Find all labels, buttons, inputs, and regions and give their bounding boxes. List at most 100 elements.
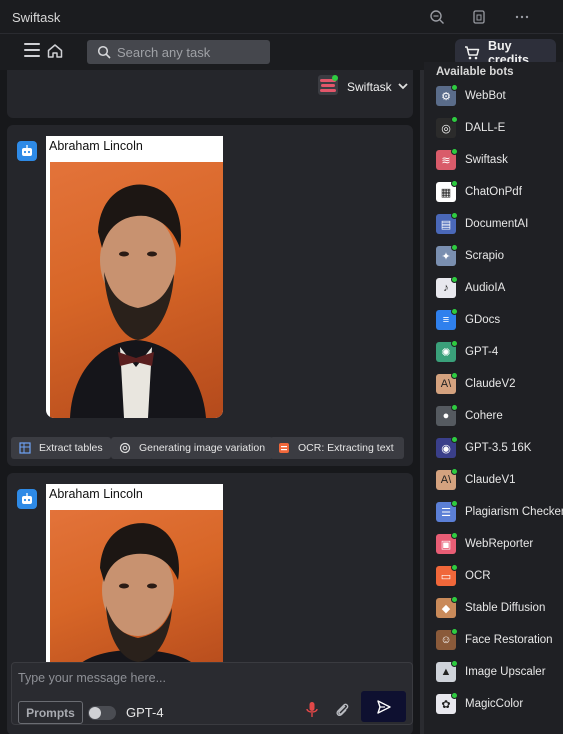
devices-icon[interactable] (468, 6, 490, 28)
online-status-icon (451, 692, 458, 699)
image-caption: Abraham Lincoln (49, 139, 143, 153)
extract-tables-button[interactable]: Extract tables (11, 437, 111, 459)
ocr-extract-button[interactable]: OCR: Extracting text (270, 437, 402, 459)
sidebar-item-gdocs[interactable]: ≡ GDocs (436, 308, 563, 332)
search-box[interactable] (87, 40, 270, 64)
chatonpdf-icon: ▦ (436, 180, 458, 202)
sidebar-item-label: Image Upscaler (465, 666, 546, 678)
prompts-button[interactable]: Prompts (18, 701, 83, 724)
message-input[interactable] (18, 671, 398, 691)
online-status-icon (451, 532, 458, 539)
sidebar-item-label: GPT-3.5 16K (465, 442, 532, 454)
audioia-icon: ♪ (436, 276, 458, 298)
menu-icon[interactable] (24, 43, 40, 57)
message-composer: Prompts GPT-4 (11, 662, 413, 725)
gpt-4-icon: ✺ (436, 340, 458, 362)
online-status-icon (451, 660, 458, 667)
sidebar-item-gpt-4[interactable]: ✺ GPT-4 (436, 340, 563, 364)
microphone-icon[interactable] (304, 701, 320, 719)
sidebar-item-chatonpdf[interactable]: ▦ ChatOnPdf (436, 180, 563, 204)
bot-selector[interactable]: Swiftask (7, 70, 413, 118)
portrait-image[interactable] (50, 162, 223, 418)
online-status-icon (451, 244, 458, 251)
sidebar-item-stable-diffusion[interactable]: ◆ Stable Diffusion (436, 596, 563, 620)
sidebar-item-label: Scrapio (465, 250, 504, 262)
sidebar-item-audioia[interactable]: ♪ AudioIA (436, 276, 563, 300)
online-status-icon (451, 404, 458, 411)
sidebar-item-label: ChatOnPdf (465, 186, 522, 198)
sidebar-item-label: Face Restoration (465, 634, 553, 646)
sidebar-item-label: DALL-E (465, 122, 506, 134)
sidebar-item-image-upscaler[interactable]: ▲ Image Upscaler (436, 660, 563, 684)
extract-tables-icon (19, 442, 31, 454)
sidebar-item-label: Stable Diffusion (465, 602, 546, 614)
sidebar-header: Available bots (436, 66, 514, 78)
sidebar-item-claudev1[interactable]: A\ ClaudeV1 (436, 468, 563, 492)
online-status-icon (451, 340, 458, 347)
plagiarism-checker-icon: ☰ (436, 500, 458, 522)
online-status-icon (451, 84, 458, 91)
portrait-image[interactable] (50, 510, 223, 674)
face-restoration-icon: ☺ (436, 628, 458, 650)
online-status-icon (451, 628, 458, 635)
sidebar-item-gpt-3-5-16k[interactable]: ◉ GPT-3.5 16K (436, 436, 563, 460)
stable-diffusion-icon: ◆ (436, 596, 458, 618)
bot-avatar-icon (17, 489, 37, 509)
sidebar-item-label: ClaudeV2 (465, 378, 516, 390)
image-upscaler-icon: ▲ (436, 660, 458, 682)
search-input[interactable] (117, 43, 265, 61)
sidebar-item-webbot[interactable]: ⚙ WebBot (436, 84, 563, 108)
swiftask-icon: ≋ (436, 148, 458, 170)
home-icon[interactable] (46, 42, 64, 60)
image-variation-label: Generating image variation (139, 442, 266, 454)
model-label: GPT-4 (126, 705, 164, 720)
chevron-down-icon[interactable] (397, 80, 409, 92)
online-status-icon (451, 468, 458, 475)
sidebar-item-plagiarism-checker[interactable]: ☰ Plagiarism Checker (436, 500, 563, 524)
more-options-icon[interactable] (511, 6, 533, 28)
sidebar-item-claudev2[interactable]: A\ ClaudeV2 (436, 372, 563, 396)
sidebar-item-label: DocumentAI (465, 218, 529, 230)
online-status-icon (451, 308, 458, 315)
more-actions-chip[interactable] (398, 437, 404, 459)
sidebar-item-magiccolor[interactable]: ✿ MagicColor (436, 692, 563, 716)
model-toggle[interactable] (88, 706, 116, 720)
claudev2-icon: A\ (436, 372, 458, 394)
sidebar-item-face-restoration[interactable]: ☺ Face Restoration (436, 628, 563, 652)
zoom-icon[interactable] (426, 6, 448, 28)
sidebar-item-label: WebReporter (465, 538, 534, 550)
claudev1-icon: A\ (436, 468, 458, 490)
gdocs-icon: ≡ (436, 308, 458, 330)
sidebar-item-dall-e[interactable]: ◎ DALL-E (436, 116, 563, 140)
gpt-3-5-16k-icon: ◉ (436, 436, 458, 458)
openai-icon (119, 442, 131, 454)
image-card[interactable]: Abraham Lincoln (46, 136, 223, 418)
sidebar-item-swiftask[interactable]: ≋ Swiftask (436, 148, 563, 172)
bot-message: Abraham Lincoln Extract tables Generatin… (7, 125, 413, 466)
attachment-icon[interactable] (334, 701, 350, 719)
online-status-icon (451, 564, 458, 571)
bot-avatar-icon (17, 141, 37, 161)
sidebar-item-cohere[interactable]: ● Cohere (436, 404, 563, 428)
ocr-extract-label: OCR: Extracting text (298, 442, 394, 454)
webreporter-icon: ▣ (436, 532, 458, 554)
window-title: Swiftask (12, 10, 61, 25)
online-status-icon (451, 276, 458, 283)
online-status-icon (451, 596, 458, 603)
cohere-icon: ● (436, 404, 458, 426)
swiftask-bot-icon (318, 75, 338, 95)
search-icon (97, 45, 111, 59)
sidebar-item-scrapio[interactable]: ✦ Scrapio (436, 244, 563, 268)
online-status-icon (451, 500, 458, 507)
sidebar-item-webreporter[interactable]: ▣ WebReporter (436, 532, 563, 556)
sidebar-item-label: Swiftask (465, 154, 508, 166)
image-caption: Abraham Lincoln (49, 487, 143, 501)
send-button[interactable] (361, 691, 406, 722)
sidebar-item-ocr[interactable]: ▭ OCR (436, 564, 563, 588)
sidebar-item-documentai[interactable]: ▤ DocumentAI (436, 212, 563, 236)
ocr-icon: ▭ (436, 564, 458, 586)
image-card[interactable]: Abraham Lincoln (46, 484, 223, 674)
image-variation-button[interactable]: Generating image variation (111, 437, 274, 459)
online-status-icon (451, 148, 458, 155)
online-status-icon (451, 116, 458, 123)
